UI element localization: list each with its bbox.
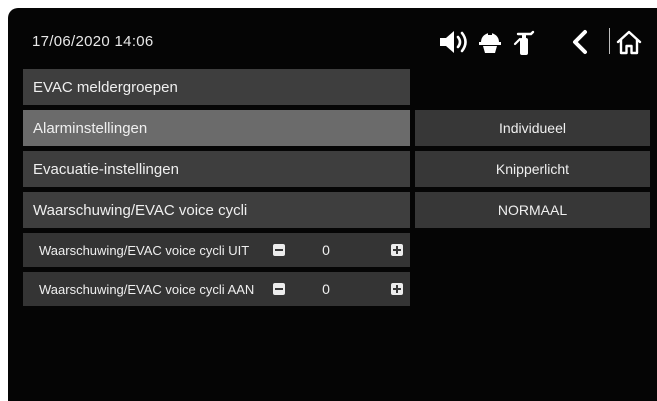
decrement-button[interactable] [273,283,285,295]
status-bar: 17/06/2020 14:06 [8,8,657,70]
datetime: 17/06/2020 14:06 [32,33,154,50]
menu-item-evac-groups[interactable]: EVAC meldergroepen [23,69,410,105]
option-knipperlicht[interactable]: Knipperlicht [415,151,650,187]
increment-button[interactable] [391,244,403,256]
increment-button[interactable] [391,283,403,295]
stepper-row-on: Waarschuwing/EVAC voice cycli AAN 0 [23,272,410,306]
menu-item-label: Waarschuwing/EVAC voice cycli [33,201,248,219]
stepper-label: Waarschuwing/EVAC voice cycli UIT [39,242,250,258]
stepper-value: 0 [322,281,330,297]
menu-item-alarm-settings[interactable]: Alarminstellingen [23,110,410,146]
decrement-button[interactable] [273,244,285,256]
option-label: Individueel [499,120,566,136]
speaker-icon[interactable] [438,28,470,56]
menu-item-label: Alarminstellingen [33,119,148,137]
stepper-row-off: Waarschuwing/EVAC voice cycli UIT 0 [23,233,410,267]
menu-item-label: EVAC meldergroepen [33,78,178,96]
stepper-value: 0 [322,242,330,258]
stepper-label: Waarschuwing/EVAC voice cycli AAN [39,281,255,297]
menu-item-label: Evacuatie-instellingen [33,160,179,178]
night-mode-icon[interactable] [404,28,428,56]
option-label: Knipperlicht [495,161,570,177]
option-label: NORMAAL [497,202,568,218]
fire-helmet-icon[interactable] [478,28,502,56]
fire-extinguisher-icon[interactable] [512,28,536,56]
menu-item-evacuation-settings[interactable]: Evacuatie-instellingen [23,151,410,187]
option-normaal[interactable]: NORMAAL [415,192,650,228]
toolbar-divider [609,28,610,54]
menu-item-warning-cycles[interactable]: Waarschuwing/EVAC voice cycli [23,192,410,228]
home-icon[interactable] [615,28,643,56]
back-icon[interactable] [568,28,592,56]
screen: 17/06/2020 14:06 EVAC meldergroepen Alar… [8,8,657,401]
option-individueel[interactable]: Individueel [415,110,650,146]
